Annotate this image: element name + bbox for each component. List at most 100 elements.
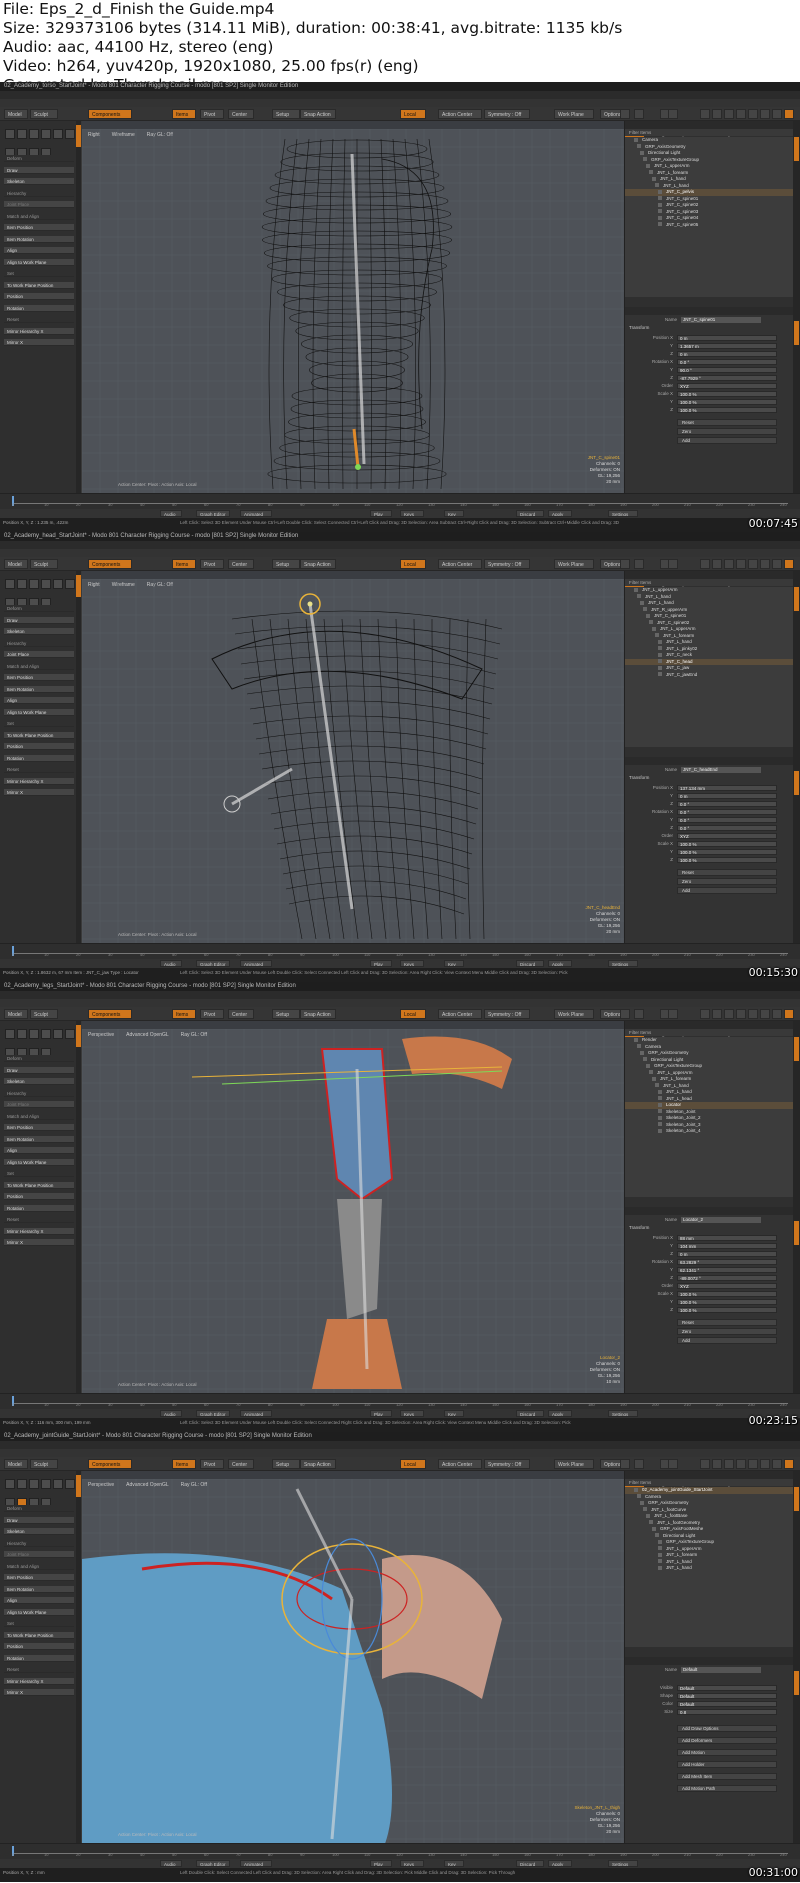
- property-value[interactable]: 100.0 %: [677, 1291, 777, 1297]
- visibility-eye-icon[interactable]: [640, 1050, 644, 1055]
- toolbar-icon[interactable]: [634, 109, 644, 119]
- toolbar-icon[interactable]: [760, 109, 770, 119]
- tool-item[interactable]: To Work Plane Position: [4, 1631, 74, 1639]
- visibility-eye-icon[interactable]: [649, 620, 653, 625]
- toolbar-button[interactable]: Sculpt: [30, 1459, 58, 1469]
- property-value[interactable]: XYZ: [677, 1283, 777, 1289]
- toolbar-icon[interactable]: [700, 109, 710, 119]
- transport-button[interactable]: Apply: [548, 960, 572, 967]
- transport-button[interactable]: Audio: [160, 510, 182, 517]
- toolbar-icon[interactable]: [748, 1459, 758, 1469]
- property-value[interactable]: 63.2829 °: [677, 1259, 777, 1265]
- tool-icon[interactable]: [5, 1029, 15, 1039]
- visibility-eye-icon[interactable]: [637, 594, 641, 599]
- transport-button[interactable]: Graph Editor: [196, 1860, 230, 1867]
- tool-item[interactable]: Match and Align: [4, 1562, 74, 1570]
- tool-item[interactable]: Align to Work Plane: [4, 258, 74, 266]
- 3d-viewport[interactable]: Perspective Advanced OpenGL Ray GL: Off Act…: [82, 1471, 624, 1843]
- tool-item[interactable]: Joint Place: [4, 201, 74, 208]
- property-value[interactable]: 100.0 %: [677, 391, 777, 397]
- transport-button[interactable]: Animated: [240, 1860, 272, 1867]
- visibility-eye-icon[interactable]: [640, 600, 644, 605]
- toolbar-button[interactable]: Local: [400, 559, 426, 569]
- visibility-eye-icon[interactable]: [634, 587, 638, 592]
- visibility-eye-icon[interactable]: [646, 1063, 650, 1068]
- transport-button[interactable]: Apply: [548, 1860, 572, 1867]
- visibility-eye-icon[interactable]: [655, 633, 659, 638]
- visibility-eye-icon[interactable]: [658, 1565, 662, 1570]
- tool-item[interactable]: Draw: [4, 616, 74, 624]
- property-value[interactable]: 0.0 °: [677, 359, 777, 365]
- property-value[interactable]: 90.0 °: [677, 367, 777, 373]
- tool-icon[interactable]: [65, 129, 75, 139]
- toolbar-icon[interactable]: [712, 1009, 722, 1019]
- property-value[interactable]: 0.0 °: [677, 809, 777, 815]
- tool-item[interactable]: Item Position: [4, 1574, 74, 1581]
- transport-button[interactable]: Settings: [608, 510, 638, 517]
- transport-button[interactable]: Graph Editor: [196, 960, 230, 967]
- visibility-eye-icon[interactable]: [652, 1526, 656, 1531]
- toolbar-button[interactable]: Components: [88, 109, 132, 119]
- tool-item[interactable]: Align to Work Plane: [4, 708, 74, 716]
- toolbar-button[interactable]: Items: [172, 1009, 196, 1019]
- tool-item[interactable]: Set: [4, 270, 74, 277]
- property-button[interactable]: Add Holder: [677, 1761, 777, 1768]
- visibility-eye-icon[interactable]: [655, 1533, 659, 1538]
- tool-item[interactable]: Mirror X: [4, 1689, 74, 1696]
- visibility-eye-icon[interactable]: [634, 1037, 638, 1042]
- tool-panel-tab[interactable]: [76, 1025, 81, 1047]
- tool-icon[interactable]: [5, 129, 15, 139]
- toolbar-button[interactable]: Components: [88, 559, 132, 569]
- visibility-eye-icon[interactable]: [658, 1096, 662, 1101]
- filter-items[interactable]: Filter Items: [625, 1479, 793, 1486]
- property-button[interactable]: Add Mesh Item: [677, 1773, 777, 1780]
- tool-item[interactable]: Item Position: [4, 224, 74, 231]
- property-button[interactable]: Add Draw Options: [677, 1725, 777, 1732]
- tool-icon[interactable]: [53, 129, 63, 139]
- tool-icon[interactable]: [65, 1029, 75, 1039]
- toolbar-button[interactable]: Setup: [272, 1459, 300, 1469]
- filter-items[interactable]: Filter Items: [625, 579, 793, 586]
- property-value[interactable]: 0.0 °: [677, 801, 777, 807]
- visibility-eye-icon[interactable]: [658, 659, 662, 664]
- tool-icon[interactable]: [17, 1029, 27, 1039]
- toolbar-button[interactable]: Items: [172, 559, 196, 569]
- toolbar-icon[interactable]: [634, 559, 644, 569]
- visibility-eye-icon[interactable]: [658, 215, 662, 220]
- visibility-eye-icon[interactable]: [640, 1500, 644, 1505]
- tool-item[interactable]: Hierarchy: [4, 1539, 74, 1547]
- property-button[interactable]: Reset: [677, 419, 777, 426]
- toolbar-button[interactable]: Action Center: [438, 109, 482, 119]
- toolbar-button[interactable]: Action Center: [438, 559, 482, 569]
- property-value[interactable]: 137.134 mm: [677, 785, 777, 791]
- transport-button[interactable]: Settings: [608, 1410, 638, 1417]
- toolbar-button[interactable]: Local: [400, 109, 426, 119]
- transport-button[interactable]: Keys: [400, 510, 424, 517]
- property-button[interactable]: Add: [677, 1337, 777, 1344]
- property-button[interactable]: Reset: [677, 1319, 777, 1326]
- tool-item[interactable]: Skeleton: [4, 178, 74, 185]
- toolbar-button[interactable]: Symmetry : Off: [484, 559, 530, 569]
- transport-button[interactable]: Graph Editor: [196, 510, 230, 517]
- tool-item[interactable]: Position: [4, 1193, 74, 1200]
- visibility-eye-icon[interactable]: [658, 665, 662, 670]
- property-value[interactable]: 100.0 %: [677, 841, 777, 847]
- tool-panel-tab[interactable]: [76, 575, 81, 597]
- item-name-input[interactable]: JNT_C_spine01: [681, 316, 762, 323]
- tool-item[interactable]: Set: [4, 1170, 74, 1177]
- toolbar-button[interactable]: Pivot: [200, 1459, 224, 1469]
- transport-button[interactable]: Apply: [548, 1410, 572, 1417]
- transport-button[interactable]: Audio: [160, 960, 182, 967]
- toolbar-button[interactable]: Local: [400, 1459, 426, 1469]
- transport-button[interactable]: Discard: [516, 1860, 544, 1867]
- toolbar-button[interactable]: Snap Action: [300, 559, 336, 569]
- toolbar-button[interactable]: Pivot: [200, 109, 224, 119]
- transport-button[interactable]: Key: [444, 510, 464, 517]
- toolbar-button[interactable]: Components: [88, 1459, 132, 1469]
- visibility-eye-icon[interactable]: [649, 1520, 653, 1525]
- visibility-eye-icon[interactable]: [643, 157, 647, 162]
- visibility-eye-icon[interactable]: [637, 1044, 641, 1049]
- property-value[interactable]: 100.0 %: [677, 407, 777, 413]
- tool-item[interactable]: Item Position: [4, 674, 74, 681]
- transport-button[interactable]: Play: [370, 510, 392, 517]
